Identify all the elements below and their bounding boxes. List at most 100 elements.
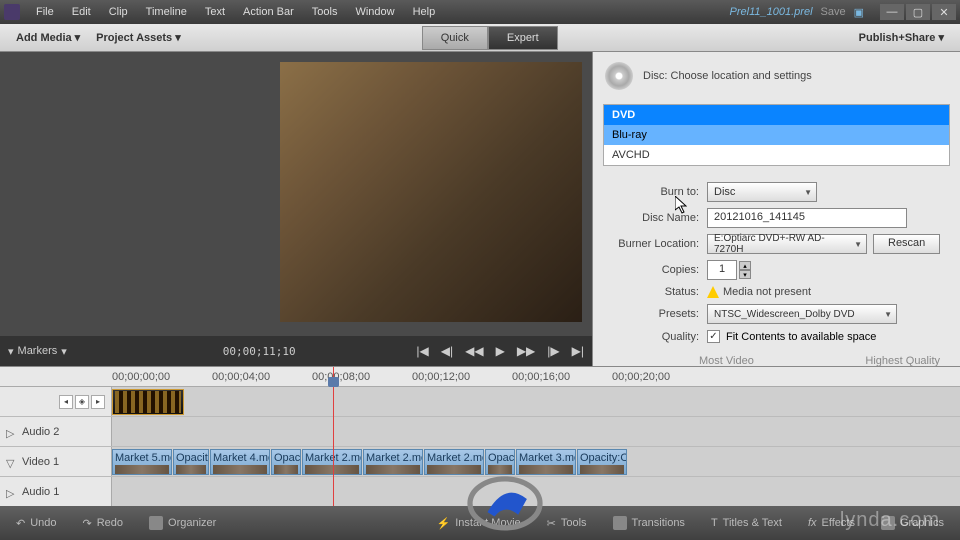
publish-share-button[interactable]: Publish+Share ▾ (851, 27, 952, 48)
menu-actionbar[interactable]: Action Bar (235, 3, 302, 21)
step-up-icon[interactable]: ▴ (739, 261, 751, 270)
clip[interactable]: Opacity:Opacity ▾ (577, 449, 627, 475)
redo-icon: ↷ (83, 517, 92, 530)
quality-label: Quality: (603, 331, 699, 343)
step-back-button[interactable]: ◀| (441, 344, 453, 358)
expand-icon[interactable]: ▷ (6, 487, 16, 497)
format-avchd[interactable]: AVCHD (604, 145, 949, 165)
rescan-button[interactable]: Rescan (873, 234, 940, 254)
step-down-icon[interactable]: ▾ (739, 270, 751, 279)
add-media-button[interactable]: Add Media▾ (8, 27, 88, 48)
menu-window[interactable]: Window (347, 3, 402, 21)
track-toggle-icon[interactable]: ◂ (59, 395, 73, 409)
menu-help[interactable]: Help (405, 3, 444, 21)
copies-stepper[interactable]: ▴ ▾ (739, 261, 751, 279)
goto-start-button[interactable]: |◀ (416, 344, 428, 358)
copies-label: Copies: (603, 264, 699, 276)
menu-clip[interactable]: Clip (101, 3, 136, 21)
menubar: File Edit Clip Timeline Text Action Bar … (28, 3, 443, 21)
menu-timeline[interactable]: Timeline (138, 3, 195, 21)
fit-contents-label: Fit Contents to available space (726, 331, 876, 343)
menu-text[interactable]: Text (197, 3, 233, 21)
burner-location-dropdown[interactable]: E:Optiarc DVD+-RW AD-7270H (707, 234, 867, 254)
clip-title[interactable] (112, 389, 184, 415)
tab-expert[interactable]: Expert (488, 26, 558, 50)
project-assets-button[interactable]: Project Assets▾ (88, 27, 189, 48)
chevron-down-icon[interactable]: ▾ (61, 345, 67, 358)
chevron-down-icon: ▾ (175, 31, 181, 44)
clip[interactable]: Opacity ▾ (271, 449, 301, 475)
transitions-button[interactable]: Transitions (607, 513, 691, 533)
graphics-icon (881, 516, 895, 530)
clip[interactable]: Opacity:Opacity ▾ (173, 449, 209, 475)
clip[interactable]: Opacity ▾ (485, 449, 515, 475)
menu-file[interactable]: File (28, 3, 62, 21)
disc-name-label: Disc Name: (603, 212, 699, 224)
clip[interactable]: Market 2.mov ▾ (302, 449, 362, 475)
markers-label[interactable]: Markers (18, 345, 58, 357)
timeline-ruler[interactable]: 00;00;00;00 00;00;04;00 00;00;08;00 00;0… (0, 367, 960, 387)
tab-quick[interactable]: Quick (422, 26, 488, 50)
track-audio2: ▷ Audio 2 (0, 417, 960, 447)
tools-button[interactable]: ✂Tools (541, 514, 593, 533)
titles-text-button[interactable]: TTitles & Text (705, 514, 788, 532)
track-eye-icon[interactable]: ◈ (75, 395, 89, 409)
timeline: 00;00;00;00 00;00;04;00 00;00;08;00 00;0… (0, 366, 960, 506)
clip[interactable]: Market 2.mov ▾ (363, 449, 423, 475)
organizer-icon (149, 516, 163, 530)
menu-tools[interactable]: Tools (304, 3, 346, 21)
toolbar: Add Media▾ Project Assets▾ Quick Expert … (0, 24, 960, 52)
redo-button[interactable]: ↷Redo (77, 514, 130, 533)
clip[interactable]: Market 5.mov ▾ (112, 449, 172, 475)
burner-location-label: Burner Location: (603, 238, 699, 250)
forward-button[interactable]: ▶▶ (517, 344, 535, 358)
track-label: Video 1 (22, 456, 59, 468)
step-fwd-button[interactable]: |▶ (547, 344, 559, 358)
chevron-down-icon[interactable]: ▾ (8, 345, 14, 358)
close-button[interactable]: ✕ (932, 4, 956, 20)
instant-movie-button[interactable]: ⚡Instant Movie (431, 514, 527, 533)
clip[interactable]: Market 4.mov ▾ (210, 449, 270, 475)
expand-icon[interactable]: ▷ (6, 427, 16, 437)
fullscreen-icon[interactable]: ▣ (854, 6, 864, 19)
wrench-icon: ✂ (547, 517, 556, 530)
goto-end-button[interactable]: ▶| (572, 344, 584, 358)
bottom-bar: ↶Undo ↷Redo Organizer ⚡Instant Movie ✂To… (0, 506, 960, 540)
maximize-button[interactable]: ▢ (906, 4, 930, 20)
chevron-down-icon: ▾ (75, 31, 81, 44)
disc-name-input[interactable]: 20121016_141145 (707, 208, 907, 228)
save-button[interactable]: Save (821, 6, 846, 18)
timecode-display: 00;00;11;10 (223, 345, 296, 358)
clip[interactable]: Market 2.mov ▾ (424, 449, 484, 475)
text-icon: T (711, 517, 718, 529)
app-icon (4, 4, 20, 20)
fit-contents-checkbox[interactable]: ✓ (707, 330, 720, 343)
share-header-label: Disc: Choose location and settings (643, 70, 812, 82)
clip[interactable]: Market 3.mov ▾ (516, 449, 576, 475)
undo-button[interactable]: ↶Undo (10, 514, 63, 533)
format-dvd[interactable]: DVD (604, 105, 949, 125)
burn-to-dropdown[interactable]: Disc (707, 182, 817, 202)
effects-button[interactable]: fxEffects (802, 514, 861, 532)
preview-area: ▾Markers▾ 00;00;11;10 |◀ ◀| ◀◀ ▶ ▶▶ |▶ ▶… (0, 52, 592, 366)
minimize-button[interactable]: ― (880, 4, 904, 20)
titlebar: File Edit Clip Timeline Text Action Bar … (0, 0, 960, 24)
transport-bar: ▾Markers▾ 00;00;11;10 |◀ ◀| ◀◀ ▶ ▶▶ |▶ ▶… (0, 336, 592, 366)
format-list: DVD Blu-ray AVCHD (603, 104, 950, 166)
preview-monitor (280, 62, 582, 322)
disc-icon (605, 62, 633, 90)
playhead[interactable] (333, 367, 334, 506)
play-button[interactable]: ▶ (496, 344, 505, 358)
track-lock-icon[interactable]: ▸ (91, 395, 105, 409)
track-label: Audio 2 (22, 426, 59, 438)
presets-dropdown[interactable]: NTSC_Widescreen_Dolby DVD (707, 304, 897, 324)
track-audio1: ▷ Audio 1 (0, 477, 960, 506)
format-bluray[interactable]: Blu-ray (604, 125, 949, 145)
graphics-button[interactable]: Graphics (875, 513, 950, 533)
rewind-button[interactable]: ◀◀ (465, 344, 483, 358)
organizer-button[interactable]: Organizer (143, 513, 222, 533)
copies-input[interactable]: 1 (707, 260, 737, 280)
collapse-icon[interactable]: ▽ (6, 457, 16, 467)
transitions-icon (613, 516, 627, 530)
menu-edit[interactable]: Edit (64, 3, 99, 21)
